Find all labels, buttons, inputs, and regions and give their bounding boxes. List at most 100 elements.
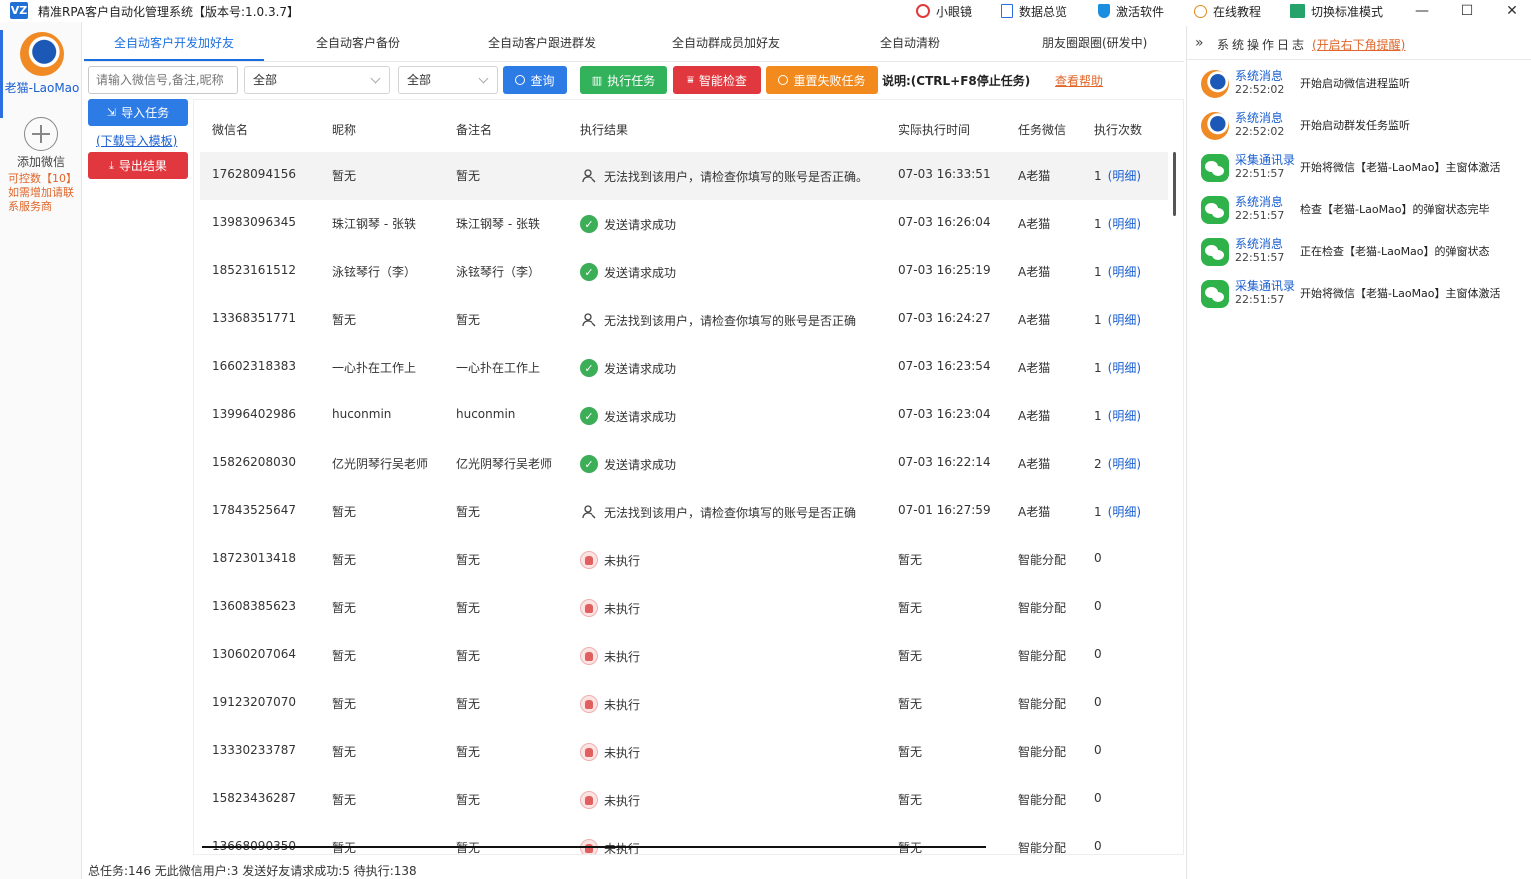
cell-exec-time: 07-03 16:26:04 [898,215,991,229]
export-result-button[interactable]: ⤓ 导出结果 [88,152,188,179]
import-task-button[interactable]: ⇲ 导入任务 [88,99,188,126]
cell-remark-text: huconmin [456,407,516,421]
table-row[interactable]: 13330233787 暂无 暂无 未执行 暂无 智能分配 0 [200,728,1168,776]
tab-group-members[interactable]: 全自动群成员加好友 [672,34,780,51]
cell-remark-text: 珠江钢琴 - 张轶 [456,217,540,231]
search-input[interactable] [88,66,238,94]
check-circle-icon: ✓ [580,359,598,377]
data-overview-button[interactable]: 数据总览 [1001,2,1067,20]
detail-link[interactable]: (明细) [1108,215,1141,232]
tab-followup[interactable]: 全自动客户跟进群发 [488,34,596,51]
tab-moments[interactable]: 朋友圈跟圈(研发中) [1042,34,1147,51]
cell-remark: 暂无 [456,743,480,760]
wechat-icon [1201,280,1229,308]
detail-link[interactable]: (明细) [1108,407,1141,424]
account-avatar[interactable] [20,32,64,76]
cell-wechat-id: 13996402986 [212,407,296,421]
table-row[interactable]: 17843525647 暂无 暂无 无法找到该用户，请检查你填写的账号是否正确 07-0… [200,488,1168,536]
cell-task-wechat-text: 智能分配 [1018,649,1067,663]
check-circle-icon: ✓ [580,455,598,473]
eye-button-label: 小眼镜 [936,4,973,19]
cell-nickname: 暂无 [332,599,356,616]
cell-exec-time-text: 07-03 16:33:51 [898,167,991,181]
import-icon: ⇲ [106,106,117,119]
check-circle-icon: ✓ [580,263,598,281]
detail-link[interactable]: (明细) [1108,311,1141,328]
close-icon: ✕ [1506,3,1518,19]
cell-exec-count-text: 1 [1094,264,1102,279]
cell-task-wechat-text: 智能分配 [1018,601,1067,615]
query-button[interactable]: 查询 [503,66,567,94]
account-name[interactable]: 老猫-LaoMao [2,79,82,96]
column-header: 微信名 [212,123,249,137]
table-row[interactable]: 18723013418 暂无 暂无 未执行 暂无 智能分配 0 [200,536,1168,584]
maximize-icon: ☐ [1460,3,1474,19]
cell-result: 未执行 [580,791,640,809]
cell-nickname: 暂无 [332,311,356,328]
scrollbar[interactable] [1173,152,1176,216]
cell-result-text: 无法找到该用户，请检查你填写的账号是否正确 [604,505,857,520]
smart-check-button[interactable]: ⩸ 智能检查 [673,66,761,94]
cell-exec-time: 07-03 16:23:54 [898,359,991,373]
cell-wechat-id-text: 15826208030 [212,455,296,469]
tutorial-button[interactable]: 在线教程 [1194,2,1261,20]
cell-result: ✓ 发送请求成功 [580,359,676,377]
enable-reminder-link[interactable]: (开启右下角提醒) [1312,36,1405,53]
detail-link[interactable]: (明细) [1108,167,1141,184]
tab-add-friends[interactable]: 全自动客户开发加好友 [114,34,234,51]
table-row[interactable]: 15826208030 亿光阴琴行吴老师 亿光阴琴行吴老师 ✓ 发送请求成功 07-03 … [200,440,1168,488]
cell-remark-text: 泳铉琴行（李） [456,265,541,279]
cell-task-wechat-text: 智能分配 [1018,553,1067,567]
cell-remark-text: 一心扑在工作上 [456,361,541,375]
log-time: 22:51:57 [1235,293,1285,306]
table-row[interactable]: 18523161512 泳铉琴行（李） 泳铉琴行（李） ✓ 发送请求成功 07-03 16… [200,248,1168,296]
task-table: 微信名 昵称 备注名 执行结果 实际执行时间 任务微信 执行次数 1762809… [193,99,1184,855]
switch-mode-label: 切换标准模式 [1311,4,1384,19]
cell-remark-text: 暂无 [456,505,481,519]
cell-nickname-text: huconmin [332,407,392,421]
activate-button[interactable]: 激活软件 [1098,2,1164,20]
eye-button[interactable]: 小眼镜 [916,2,972,20]
execute-task-button[interactable]: ▥ 执行任务 [580,66,667,94]
add-wechat-icon[interactable] [24,117,58,151]
table-row[interactable]: 13996402986 huconmin huconmin ✓ 发送请求成功 07-03 … [200,392,1168,440]
cell-exec-time: 暂无 [898,743,922,760]
cell-nickname-text: 暂无 [332,601,357,615]
cell-wechat-id: 18723013418 [212,551,296,565]
table-row[interactable]: 13368351771 暂无 暂无 无法找到该用户，请检查你填写的账号是否正确 07-0… [200,296,1168,344]
minimize-button[interactable]: — [1400,0,1444,22]
pending-icon [580,647,598,665]
cell-wechat-id: 13368351771 [212,311,296,325]
table-row[interactable]: 15823436287 暂无 暂无 未执行 暂无 智能分配 0 [200,776,1168,824]
table-row[interactable]: 13983096345 珠江钢琴 - 张轶 珠江钢琴 - 张轶 ✓ 发送请求成功 07-0… [200,200,1168,248]
collapse-icon[interactable]: » [1195,35,1203,51]
close-button[interactable]: ✕ [1490,0,1531,22]
tab-backup[interactable]: 全自动客户备份 [316,34,400,51]
cell-nickname-text: 泳铉琴行（李） [332,265,417,279]
table-row[interactable]: 13668090350暂无暂无未执行暂无智能分配0 [200,824,1168,854]
download-template-link[interactable]: (下载导入模板) [96,132,177,149]
log-type: 采集通讯录 [1235,279,1296,293]
table-row[interactable]: 13608385623 暂无 暂无 未执行 暂无 智能分配 0 [200,584,1168,632]
log-type: 系统消息 [1235,195,1284,209]
detail-link[interactable]: (明细) [1108,359,1141,376]
detail-link[interactable]: (明细) [1108,503,1141,520]
maximize-button[interactable]: ☐ [1445,0,1489,22]
table-row[interactable]: 13060207064 暂无 暂无 未执行 暂无 智能分配 0 [200,632,1168,680]
detail-link[interactable]: (明细) [1108,263,1141,280]
add-wechat-label[interactable]: 添加微信 [0,153,82,170]
cell-remark: 亿光阴琴行吴老师 [456,455,552,472]
cell-task-wechat: A老猫 [1018,311,1050,328]
tab-clean-fans[interactable]: 全自动清粉 [880,34,940,51]
table-row[interactable]: 17628094156 暂无 暂无 无法找到该用户，请检查你填写的账号是否正确。 07-… [200,152,1168,200]
detail-link[interactable]: (明细) [1108,455,1141,472]
document-icon [1001,4,1013,18]
reset-failed-button[interactable]: 重置失败任务 [766,66,878,94]
switch-mode-button[interactable]: 切换标准模式 [1290,2,1383,20]
filter-select-2[interactable]: 全部 [398,66,498,94]
filter-select-1[interactable]: 全部 [244,66,390,94]
log-type: 系统消息 [1235,69,1284,83]
table-row[interactable]: 19123207070 暂无 暂无 未执行 暂无 智能分配 0 [200,680,1168,728]
help-link[interactable]: 查看帮助 [1055,72,1103,89]
table-row[interactable]: 16602318383 一心扑在工作上 一心扑在工作上 ✓ 发送请求成功 07-03 16… [200,344,1168,392]
